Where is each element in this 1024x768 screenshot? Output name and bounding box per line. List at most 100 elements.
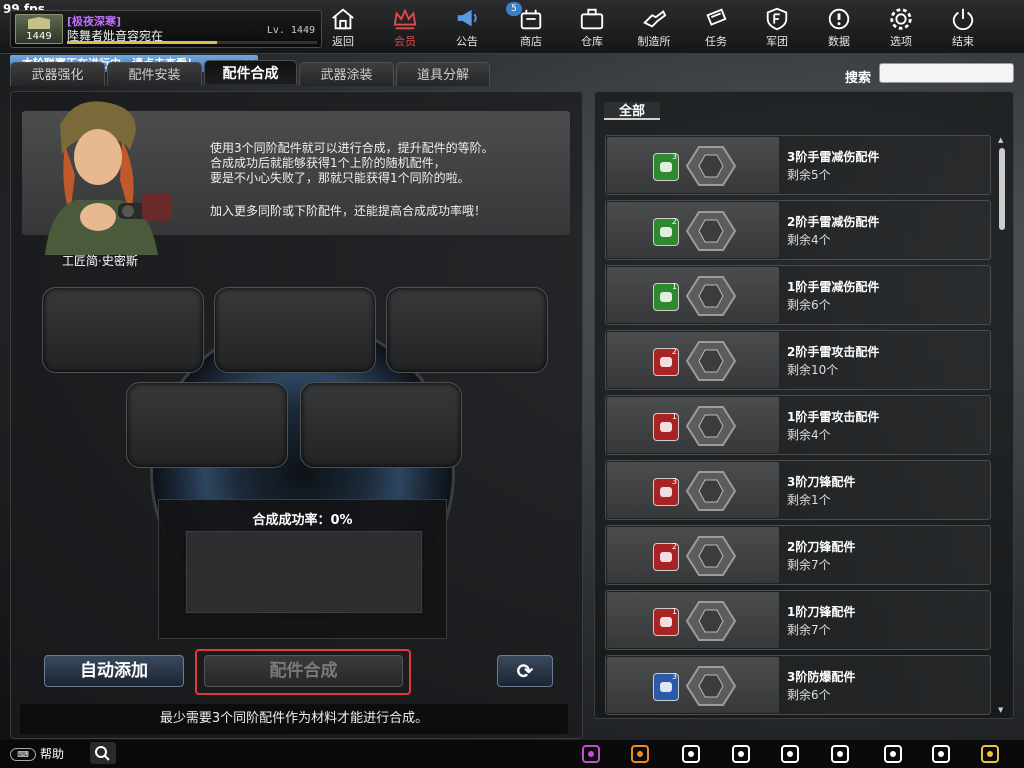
nav-label: 公告 <box>456 35 478 48</box>
scroll-up-icon[interactable]: ▲ <box>998 136 1003 144</box>
material-slot-2[interactable] <box>214 287 376 373</box>
filter-tab-all[interactable]: 全部 <box>604 102 660 120</box>
run-icon[interactable] <box>729 742 753 766</box>
item-tier-chip: 3 <box>653 672 679 701</box>
inventory-item[interactable]: 3 3阶防爆配件 剩余6个 <box>605 655 991 715</box>
compass-icon[interactable] <box>679 742 703 766</box>
attachment-hex-icon <box>685 406 737 446</box>
nav-label: 结束 <box>952 35 974 48</box>
tab-weapon-paint[interactable]: 武器涂装 <box>299 62 394 86</box>
tab-weapon-enhance[interactable]: 武器强化 <box>10 62 105 86</box>
item-thumbnail: 2 <box>607 332 779 388</box>
item-tier-chip: 2 <box>653 347 679 376</box>
inventory-item[interactable]: 3 3阶刀锋配件 剩余1个 <box>605 460 991 520</box>
nav-power[interactable]: 结束 <box>935 4 991 50</box>
material-slot-3[interactable] <box>386 287 548 373</box>
item-scrollbar[interactable]: ▲ ▼ <box>998 136 1006 714</box>
material-slot-5[interactable] <box>300 382 462 468</box>
item-count: 剩余7个 <box>787 558 831 572</box>
info-tip: 加入更多同阶或下阶配件，还能提高合成成功率哦！ <box>210 204 487 218</box>
inventory-item[interactable]: 1 1阶手雷攻击配件 剩余4个 <box>605 395 991 455</box>
nav-label: 制造所 <box>637 35 671 48</box>
item-name: 3阶刀锋配件 <box>787 475 856 489</box>
item-count: 剩余10个 <box>787 363 839 377</box>
item-thumbnail: 1 <box>607 592 779 648</box>
help-label: 帮助 <box>40 747 65 761</box>
item-tier: 2 <box>671 217 677 226</box>
item-count: 剩余1个 <box>787 493 831 507</box>
tab-item-dismantle[interactable]: 道具分解 <box>396 62 490 86</box>
item-thumbnail: 3 <box>607 657 779 713</box>
rank-badge: 1449 <box>15 14 63 44</box>
refresh-button[interactable]: ⟳ <box>497 655 553 687</box>
item-name: 3阶防爆配件 <box>787 670 856 684</box>
result-slot <box>186 531 422 613</box>
item-count: 剩余5个 <box>787 168 831 182</box>
item-tier: 1 <box>671 607 677 616</box>
xp-fill <box>67 41 217 44</box>
nav-crown[interactable]: 会员 <box>377 4 433 50</box>
rank-number: 1449 <box>26 31 52 42</box>
cart-icon[interactable] <box>778 742 802 766</box>
scale-icon[interactable] <box>828 742 852 766</box>
nav-briefcase[interactable]: 仓库 <box>564 4 620 50</box>
nav-label: 仓库 <box>581 35 603 48</box>
nav-megaphone[interactable]: 公告 <box>439 4 495 50</box>
wrench-icon <box>643 10 667 28</box>
search-icon <box>95 746 110 761</box>
attachment-hex-icon <box>685 536 737 576</box>
item-type-icon <box>660 357 672 367</box>
shop-cart-icon[interactable] <box>579 742 603 766</box>
calendar-icon[interactable] <box>929 742 953 766</box>
attachment-hex-icon <box>685 471 737 511</box>
nav-shield[interactable]: 军团 <box>749 4 805 50</box>
nav-label: 选项 <box>890 35 912 48</box>
player-profile[interactable]: 1449 [极夜深寒] 陸舞者妣音容宛在 Lv. 1449 <box>10 10 322 48</box>
inventory-item[interactable]: 2 2阶手雷攻击配件 剩余10个 <box>605 330 991 390</box>
sunset-icon[interactable] <box>628 742 652 766</box>
scrollbar-thumb[interactable] <box>999 148 1005 230</box>
shield-icon <box>766 7 788 31</box>
item-tier-chip: 2 <box>653 542 679 571</box>
item-tier: 3 <box>671 477 677 486</box>
scroll-down-icon[interactable]: ▼ <box>998 706 1003 714</box>
info-icon <box>828 8 850 30</box>
requirement-hint: 最少需要3个同阶配件作为材料才能进行合成。 <box>20 704 568 734</box>
item-tier: 2 <box>671 542 677 551</box>
film-icon[interactable] <box>978 742 1002 766</box>
refresh-icon: ⟳ <box>516 659 534 683</box>
search-button[interactable] <box>90 742 116 764</box>
briefcase-icon <box>580 8 604 30</box>
success-rate: 合成成功率：0% <box>252 513 353 528</box>
nav-gear[interactable]: 选项 <box>873 4 929 50</box>
help-button[interactable]: ⌨ 帮助 <box>10 745 64 762</box>
tab-attachment-install[interactable]: 配件安装 <box>107 62 202 86</box>
item-type-icon <box>660 487 672 497</box>
auto-add-button[interactable]: 自动添加 <box>44 655 184 687</box>
nav-wrench[interactable]: 制造所 <box>626 4 682 50</box>
nav-home[interactable]: 返回 <box>315 4 371 50</box>
item-tier-chip: 3 <box>653 152 679 181</box>
material-slot-1[interactable] <box>42 287 204 373</box>
inventory-item[interactable]: 2 2阶手雷减伤配件 剩余4个 <box>605 200 991 260</box>
item-type-icon <box>660 617 672 627</box>
search-input[interactable] <box>879 63 1014 83</box>
rank-icon <box>28 17 50 29</box>
item-count: 剩余4个 <box>787 428 831 442</box>
info-text: 使用3个同阶配件就可以进行合成，提升配件的等阶。 合成成功后就能够获得1个上阶的… <box>210 141 494 185</box>
tab-attachment-craft[interactable]: 配件合成 <box>204 60 297 84</box>
item-type-icon <box>660 422 672 432</box>
nav-task[interactable]: 任务 <box>688 4 744 50</box>
item-count: 剩余7个 <box>787 623 831 637</box>
notice-count-badge: 5 <box>506 2 522 16</box>
item-name: 1阶手雷攻击配件 <box>787 410 880 424</box>
checklist-icon[interactable] <box>881 742 905 766</box>
inventory-item[interactable]: 1 1阶手雷减伤配件 剩余6个 <box>605 265 991 325</box>
inventory-item[interactable]: 1 1阶刀锋配件 剩余7个 <box>605 590 991 650</box>
nav-label: 任务 <box>705 35 727 48</box>
material-slot-4[interactable] <box>126 382 288 468</box>
nav-info[interactable]: 数据 <box>811 4 867 50</box>
inventory-item[interactable]: 2 2阶刀锋配件 剩余7个 <box>605 525 991 585</box>
nav-label: 数据 <box>828 35 850 48</box>
inventory-item[interactable]: 3 3阶手雷减伤配件 剩余5个 <box>605 135 991 195</box>
